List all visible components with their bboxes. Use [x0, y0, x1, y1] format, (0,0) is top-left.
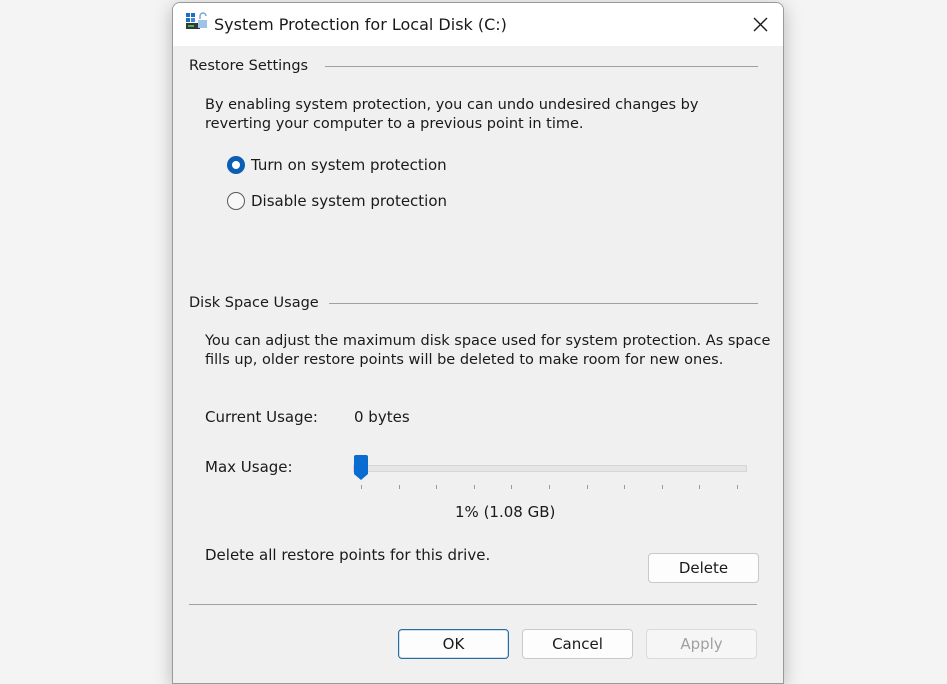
radio-checked-icon — [227, 156, 245, 174]
radio-disable-protection[interactable]: Disable system protection — [227, 192, 447, 210]
restore-settings-description: By enabling system protection, you can u… — [205, 96, 698, 134]
slider-tick — [661, 485, 663, 489]
max-usage-value: 1% (1.08 GB) — [455, 503, 556, 521]
description-line: reverting your computer to a previous po… — [205, 116, 584, 132]
slider-tick — [473, 485, 475, 489]
slider-tick — [511, 485, 513, 489]
radio-label: Turn on system protection — [251, 156, 447, 174]
max-usage-label: Max Usage: — [205, 458, 293, 476]
apply-button: Apply — [646, 629, 757, 659]
description-line: You can adjust the maximum disk space us… — [205, 333, 771, 349]
system-protection-icon — [185, 12, 209, 32]
close-icon — [753, 17, 768, 32]
ok-button[interactable]: OK — [398, 629, 509, 659]
cancel-button[interactable]: Cancel — [522, 629, 633, 659]
radio-turn-on-protection[interactable]: Turn on system protection — [227, 156, 447, 174]
radio-unchecked-icon — [227, 192, 245, 210]
disk-space-usage-divider — [329, 303, 758, 304]
slider-tick — [624, 485, 626, 489]
disk-space-usage-header: Disk Space Usage — [189, 295, 319, 311]
slider-thumb[interactable] — [353, 455, 369, 481]
restore-settings-header: Restore Settings — [189, 58, 309, 74]
slider-tick — [737, 485, 738, 489]
disk-space-description: You can adjust the maximum disk space us… — [205, 332, 770, 370]
current-usage-value: 0 bytes — [354, 408, 410, 426]
restore-settings-divider — [325, 66, 758, 67]
system-protection-dialog: System Protection for Local Disk (C:) Re… — [172, 2, 784, 684]
slider-tick — [361, 485, 362, 489]
slider-tick — [586, 485, 588, 489]
window-title: System Protection for Local Disk (C:) — [214, 15, 507, 34]
footer-divider — [189, 604, 757, 605]
description-line: By enabling system protection, you can u… — [205, 97, 699, 113]
current-usage-label: Current Usage: — [205, 408, 318, 426]
description-line: fills up, older restore points will be d… — [205, 352, 724, 368]
slider-tick — [699, 485, 701, 489]
close-button[interactable] — [737, 3, 783, 46]
title-bar: System Protection for Local Disk (C:) — [173, 3, 783, 46]
max-usage-slider[interactable] — [353, 451, 747, 491]
slider-tick — [436, 485, 438, 489]
slider-track[interactable] — [353, 465, 747, 472]
delete-button[interactable]: Delete — [648, 553, 759, 583]
delete-description: Delete all restore points for this drive… — [205, 546, 491, 564]
radio-label: Disable system protection — [251, 192, 448, 210]
slider-tick — [398, 485, 400, 489]
slider-tick — [549, 485, 550, 489]
